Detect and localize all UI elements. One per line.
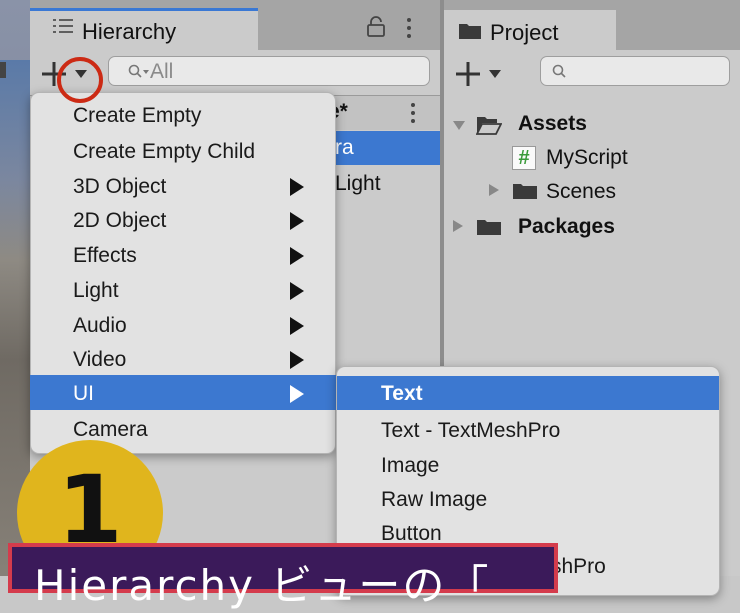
open-folder-icon bbox=[475, 115, 503, 140]
submenu-arrow-icon bbox=[290, 351, 304, 369]
menu-item-2d-object[interactable]: 2D Object bbox=[73, 209, 166, 233]
menu-item-video[interactable]: Video bbox=[73, 348, 126, 372]
hierarchy-row-camera-label: ra bbox=[335, 136, 354, 159]
hash-icon: # bbox=[512, 146, 536, 170]
folder-icon bbox=[512, 182, 538, 205]
vertical-dots-icon[interactable] bbox=[406, 17, 412, 44]
list-icon bbox=[52, 17, 74, 40]
left-panel-edge bbox=[0, 62, 6, 78]
submenu-item-text[interactable]: Text bbox=[381, 382, 423, 406]
project-tab-label: Project bbox=[490, 20, 559, 45]
menu-item-3d-object[interactable]: 3D Object bbox=[73, 175, 166, 199]
project-scenes-label[interactable]: Scenes bbox=[546, 180, 616, 204]
hierarchy-tab-label: Hierarchy bbox=[82, 19, 177, 44]
submenu-arrow-icon bbox=[290, 178, 304, 196]
submenu-item-image[interactable]: Image bbox=[381, 454, 439, 478]
project-assets-label[interactable]: Assets bbox=[518, 112, 587, 136]
search-icon bbox=[128, 64, 150, 85]
project-search-input[interactable] bbox=[540, 56, 730, 86]
submenu-arrow-icon bbox=[290, 212, 304, 230]
expanded-arrow-icon[interactable] bbox=[452, 118, 466, 136]
project-add-button[interactable] bbox=[452, 58, 512, 90]
menu-item-ui[interactable]: UI bbox=[73, 382, 94, 406]
collapsed-arrow-icon[interactable] bbox=[488, 183, 500, 202]
menu-item-effects[interactable]: Effects bbox=[73, 244, 137, 268]
lock-icon[interactable] bbox=[366, 16, 386, 43]
caption-text: Hierarchy ビューの「 bbox=[34, 561, 491, 610]
menu-item-audio[interactable]: Audio bbox=[73, 314, 127, 338]
folder-icon bbox=[458, 22, 482, 45]
menu-item-create-empty-child[interactable]: Create Empty Child bbox=[73, 140, 255, 164]
menu-item-create-empty[interactable]: Create Empty bbox=[73, 104, 201, 128]
submenu-item-text-textmeshpro[interactable]: Text - TextMeshPro bbox=[381, 419, 560, 443]
menu-item-camera[interactable]: Camera bbox=[73, 418, 148, 442]
hierarchy-search-placeholder: All bbox=[150, 60, 174, 83]
vertical-dots-icon[interactable] bbox=[410, 102, 416, 129]
submenu-arrow-icon bbox=[290, 317, 304, 335]
submenu-arrow-icon bbox=[290, 247, 304, 265]
hierarchy-row-light-label[interactable]: Light bbox=[335, 172, 381, 196]
folder-icon bbox=[476, 218, 502, 241]
submenu-item-textmeshpro-partial[interactable]: shPro bbox=[551, 555, 606, 579]
search-icon bbox=[552, 64, 568, 85]
submenu-item-raw-image[interactable]: Raw Image bbox=[381, 488, 487, 512]
submenu-arrow-icon bbox=[290, 385, 304, 403]
project-packages-label[interactable]: Packages bbox=[518, 215, 615, 239]
menu-item-light[interactable]: Light bbox=[73, 279, 119, 303]
project-myscript-label[interactable]: MyScript bbox=[546, 146, 628, 170]
highlight-circle-annotation bbox=[57, 57, 103, 103]
submenu-arrow-icon bbox=[290, 282, 304, 300]
collapsed-arrow-icon[interactable] bbox=[452, 219, 464, 238]
